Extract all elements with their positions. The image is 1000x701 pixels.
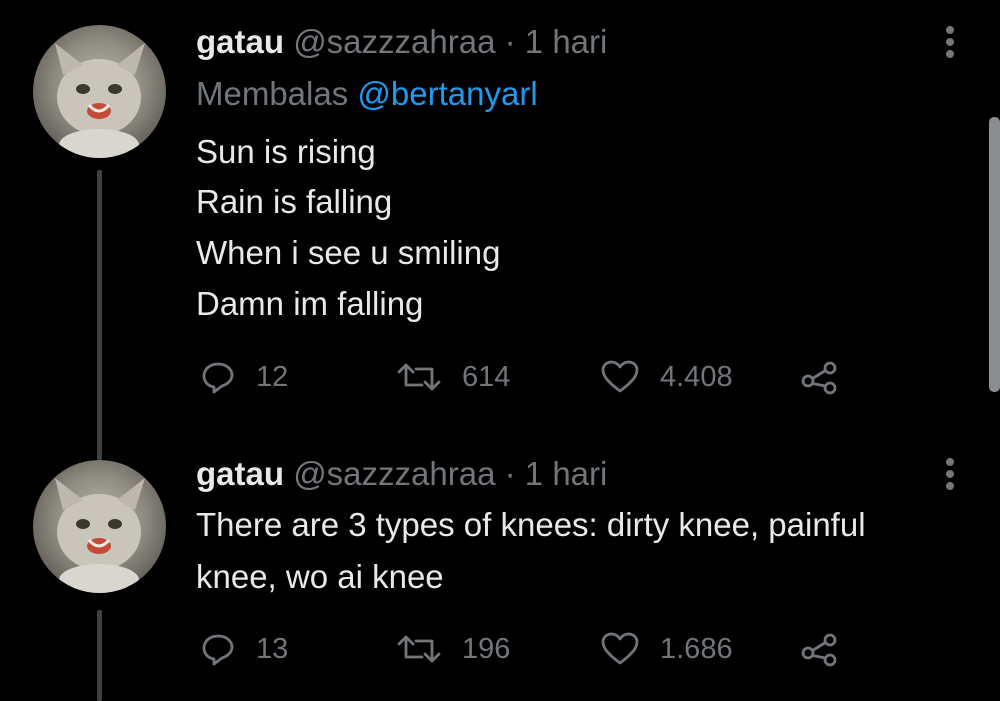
like-button[interactable]: 1.686 bbox=[600, 629, 733, 669]
avatar[interactable] bbox=[33, 460, 166, 593]
retweet-count: 196 bbox=[462, 632, 511, 665]
thread-line bbox=[97, 170, 102, 460]
like-icon bbox=[601, 360, 639, 393]
reply-count: 13 bbox=[256, 632, 289, 665]
timestamp[interactable]: 1 hari bbox=[525, 455, 608, 492]
cat-avatar-image bbox=[55, 478, 145, 593]
tweet-text-line: Damn im falling bbox=[196, 285, 424, 322]
reply-icon bbox=[202, 634, 234, 666]
share-icon bbox=[801, 361, 837, 395]
share-button[interactable] bbox=[800, 357, 840, 397]
tweet-text-line: There are 3 types of knees: dirty knee, … bbox=[196, 506, 866, 543]
tweet-text-line: Sun is rising bbox=[196, 133, 376, 170]
avatar[interactable] bbox=[33, 25, 166, 158]
display-name[interactable]: gatau bbox=[196, 23, 284, 60]
tweet-header: gatau @sazzzahraa · 1 hari bbox=[196, 22, 607, 62]
like-count: 1.686 bbox=[660, 632, 733, 665]
retweet-count: 614 bbox=[462, 360, 511, 393]
more-icon[interactable] bbox=[936, 454, 964, 494]
tweet-text-line: Rain is falling bbox=[196, 183, 393, 220]
tweet-1[interactable]: gatau @sazzzahraa · 1 hari Membalas @ber… bbox=[0, 0, 1000, 460]
retweet-button[interactable]: 196 bbox=[396, 629, 510, 669]
tweet-text-line: When i see u smiling bbox=[196, 234, 501, 271]
timestamp[interactable]: 1 hari bbox=[525, 23, 608, 60]
like-button[interactable]: 4.408 bbox=[600, 357, 733, 397]
separator: · bbox=[504, 455, 516, 492]
reply-icon bbox=[202, 362, 234, 394]
user-handle[interactable]: @sazzzahraa bbox=[293, 455, 495, 492]
thread-line bbox=[97, 610, 102, 701]
tweet-text-line: knee, wo ai knee bbox=[196, 558, 444, 595]
retweet-button[interactable]: 614 bbox=[396, 357, 510, 397]
display-name[interactable]: gatau bbox=[196, 455, 284, 492]
scrollbar[interactable] bbox=[989, 117, 1000, 392]
retweet-icon bbox=[397, 635, 441, 663]
more-icon[interactable] bbox=[936, 22, 964, 62]
reply-count: 12 bbox=[256, 360, 289, 393]
tweet-header: gatau @sazzzahraa · 1 hari bbox=[196, 454, 607, 494]
retweet-icon bbox=[397, 363, 441, 391]
user-handle[interactable]: @sazzzahraa bbox=[293, 23, 495, 60]
reply-button[interactable]: 12 bbox=[200, 357, 288, 397]
reply-context: Membalas @bertanyarl bbox=[196, 74, 538, 114]
like-icon bbox=[601, 632, 639, 665]
share-button[interactable] bbox=[800, 629, 840, 669]
reply-mention-link[interactable]: @bertanyarl bbox=[357, 75, 537, 112]
separator: · bbox=[504, 23, 516, 60]
tweet-2[interactable]: gatau @sazzzahraa · 1 hari There are 3 t… bbox=[0, 455, 1000, 701]
reply-button[interactable]: 13 bbox=[200, 629, 288, 669]
share-icon bbox=[801, 633, 837, 667]
reply-prefix: Membalas bbox=[196, 75, 349, 112]
cat-avatar-image bbox=[55, 43, 145, 158]
like-count: 4.408 bbox=[660, 360, 733, 393]
